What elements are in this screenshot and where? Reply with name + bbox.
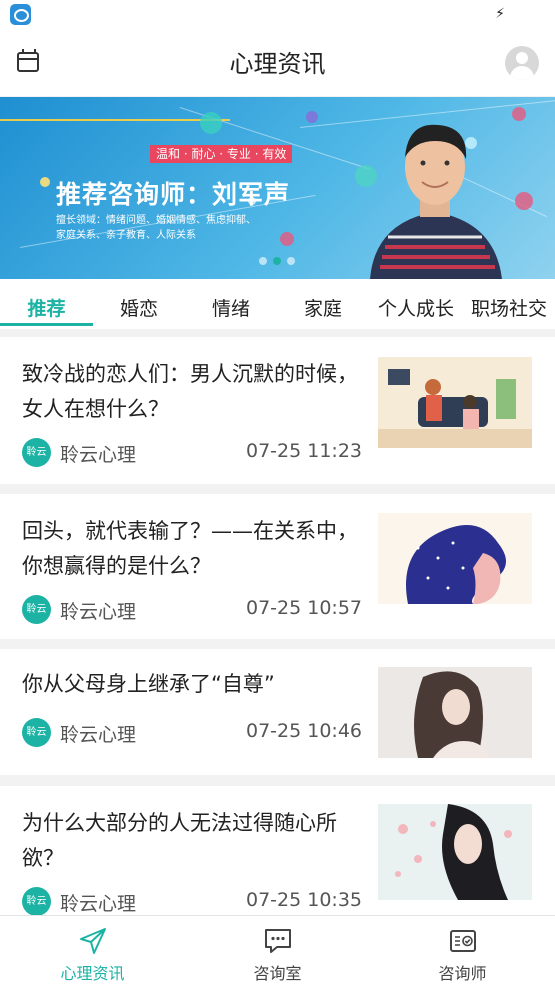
article-title: 你从父母身上继承了“自尊” <box>22 672 275 696</box>
app-icon <box>10 4 31 25</box>
banner-expertise-line2: 家庭关系、亲子教育、人际关系 <box>56 230 196 241</box>
article-card[interactable]: 回头，就代表输了？——在关系中，你想赢得的是什么？ 聆云 聆云心理 07-25 … <box>0 494 555 639</box>
article-time: 07-25 11:23 <box>246 440 363 462</box>
tab-family[interactable]: 家庭 <box>277 279 369 327</box>
article-thumbnail <box>378 667 532 758</box>
tab-marriage-love[interactable]: 婚恋 <box>93 279 185 327</box>
nav-label: 咨询师 <box>438 964 487 983</box>
article-time: 07-25 10:35 <box>246 889 363 911</box>
tab-personal-growth[interactable]: 个人成长 <box>369 279 463 327</box>
source-logo-icon: 聆云 <box>22 595 51 624</box>
category-tabs: 推荐 婚恋 情绪 家庭 个人成长 职场社交 <box>0 279 555 329</box>
banner-expertise: 擅长领域：情绪问题、婚姻情感、焦虑抑郁、 家庭关系、亲子教育、人际关系 <box>56 213 316 243</box>
article-thumbnail <box>378 804 532 900</box>
article-source: 聆云心理 <box>60 444 137 466</box>
tab-emotion[interactable]: 情绪 <box>185 279 277 327</box>
banner-tagline: 温和 · 耐心 · 专业 · 有效 <box>150 145 293 163</box>
banner-headline: 推荐咨询师：刘军声 <box>56 180 291 209</box>
article-source: 聆云心理 <box>60 724 137 746</box>
article-time: 07-25 10:46 <box>246 720 363 742</box>
counselor-portrait <box>370 124 502 279</box>
charging-bolt-icon: ⚡ <box>495 6 505 22</box>
banner-indicator-1[interactable] <box>259 257 267 265</box>
article-title: 致冷战的恋人们：男人沉默的时候，女人在想什么？ <box>22 362 358 421</box>
paper-plane-icon <box>80 928 106 954</box>
article-source: 聆云心理 <box>60 601 137 623</box>
article-time: 07-25 10:57 <box>246 597 363 619</box>
article-title: 为什么大部分的人无法过得随心所欲？ <box>22 811 337 870</box>
active-tab-indicator <box>0 323 93 326</box>
tab-workplace-social[interactable]: 职场社交 <box>463 279 555 327</box>
nav-counselor[interactable]: 咨询师 <box>370 916 555 989</box>
nav-psych-news[interactable]: 心理资讯 <box>0 916 185 989</box>
status-bar: ⚡ <box>0 0 555 30</box>
bottom-navigation: 心理资讯 咨询室 咨询师 <box>0 915 555 989</box>
avatar[interactable] <box>505 46 539 80</box>
article-thumbnail <box>378 357 532 448</box>
promo-banner[interactable]: 温和 · 耐心 · 专业 · 有效 推荐咨询师：刘军声 擅长领域：情绪问题、婚姻… <box>0 97 555 279</box>
source-logo-icon: 聆云 <box>22 718 51 747</box>
app-header: 心理资讯 <box>0 30 555 96</box>
nav-consult-room[interactable]: 咨询室 <box>185 916 370 989</box>
banner-indicator-2[interactable] <box>273 257 281 265</box>
banner-expertise-line1: 擅长领域：情绪问题、婚姻情感、焦虑抑郁、 <box>56 215 256 226</box>
source-logo-icon: 聆云 <box>22 438 51 467</box>
article-card[interactable]: 你从父母身上继承了“自尊” 聆云 聆云心理 07-25 10:46 <box>0 649 555 775</box>
article-title: 回头，就代表输了？——在关系中，你想赢得的是什么？ <box>22 519 358 578</box>
article-thumbnail <box>378 513 532 604</box>
nav-label: 心理资讯 <box>60 964 125 983</box>
article-source: 聆云心理 <box>60 893 137 915</box>
nav-label: 咨询室 <box>253 964 302 983</box>
article-card[interactable]: 致冷战的恋人们：男人沉默的时候，女人在想什么？ 聆云 聆云心理 07-25 11… <box>0 337 555 484</box>
banner-indicator-3[interactable] <box>287 257 295 265</box>
tab-recommend[interactable]: 推荐 <box>0 279 93 327</box>
id-card-check-icon <box>450 930 476 952</box>
chat-bubble-icon <box>265 929 291 953</box>
source-logo-icon: 聆云 <box>22 887 51 916</box>
page-title: 心理资讯 <box>229 50 326 78</box>
article-card[interactable]: 为什么大部分的人无法过得随心所欲？ 聆云 聆云心理 07-25 10:35 <box>0 786 555 916</box>
